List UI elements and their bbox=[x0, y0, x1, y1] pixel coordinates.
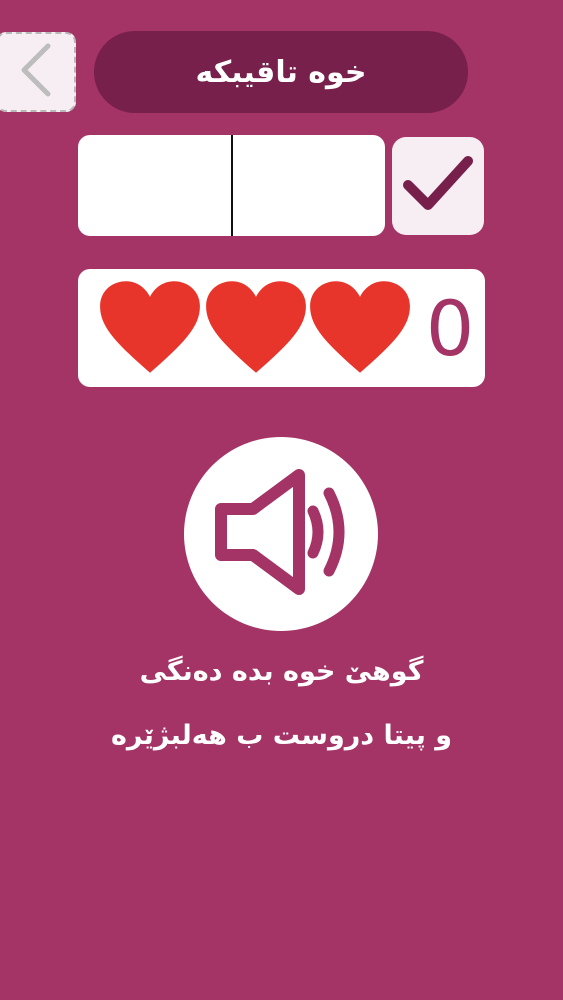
speaker-icon bbox=[201, 457, 361, 611]
answer-box bbox=[78, 135, 385, 236]
answer-slot-left bbox=[78, 135, 231, 236]
chevron-left-icon bbox=[16, 42, 56, 102]
checkmark-icon bbox=[402, 153, 474, 219]
back-button[interactable] bbox=[0, 32, 76, 112]
page-title: خوە تاقیبکە bbox=[195, 54, 367, 90]
heart-icon bbox=[100, 281, 200, 373]
instruction-line-1: گوهێ خوە بدە دەنگی bbox=[139, 656, 424, 687]
heart-icon bbox=[310, 281, 410, 373]
check-button[interactable] bbox=[392, 137, 484, 235]
lives-panel: 0 bbox=[78, 269, 485, 387]
heart-icon bbox=[206, 281, 306, 373]
play-sound-button[interactable] bbox=[184, 437, 378, 631]
title-bar: خوە تاقیبکە bbox=[94, 31, 468, 113]
score-value: 0 bbox=[425, 284, 475, 373]
instruction-line-2: و پیتا دروست ب هەلبژێرە bbox=[110, 720, 453, 751]
answer-slot-right bbox=[233, 135, 386, 236]
